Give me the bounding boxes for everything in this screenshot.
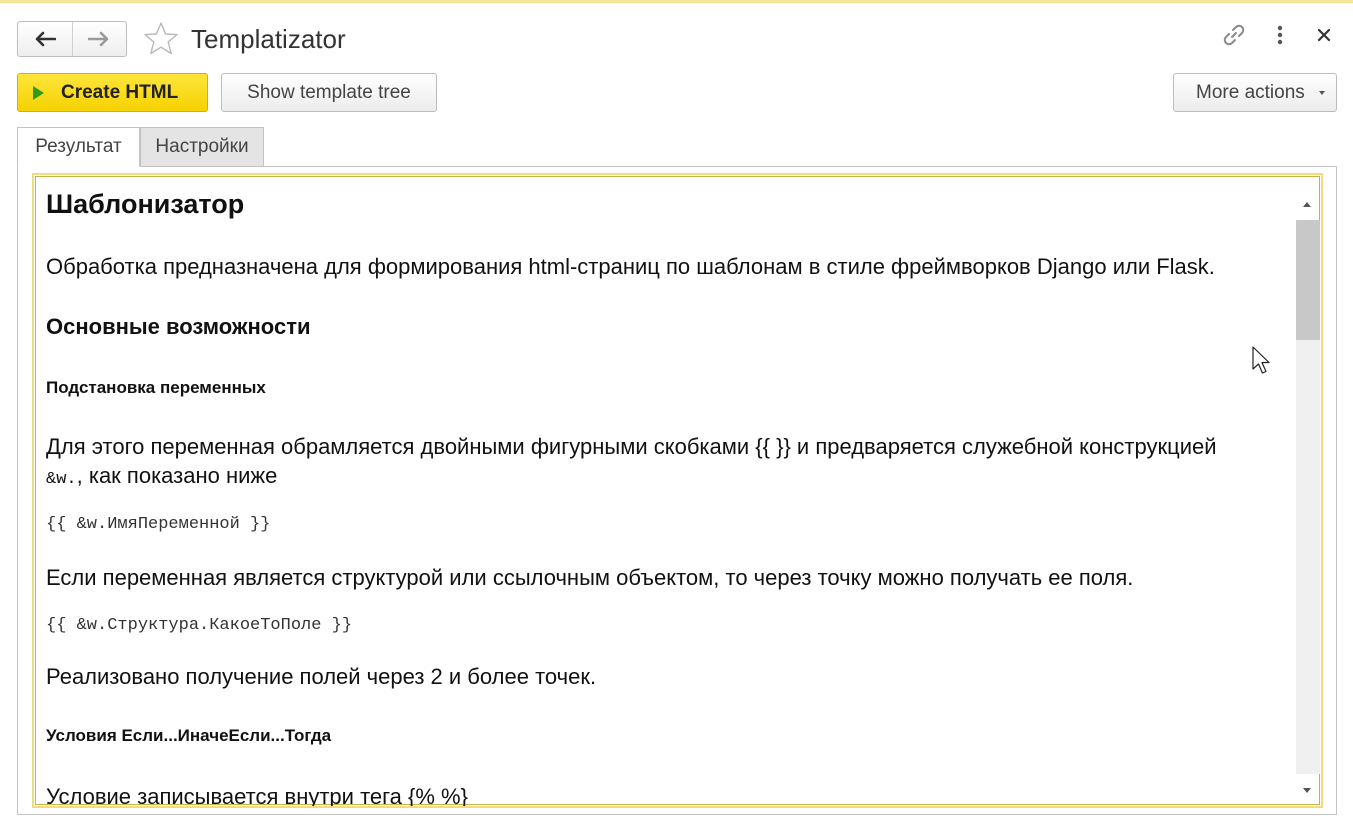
variables-paragraph: Для этого переменная обрамляется двойным… bbox=[46, 432, 1217, 494]
create-html-label: Create HTML bbox=[61, 81, 179, 103]
vertical-scrollbar[interactable] bbox=[1295, 190, 1321, 804]
structure-paragraph: Если переменная является структурой или … bbox=[46, 565, 1134, 590]
variables-heading: Подстановка переменных bbox=[46, 378, 266, 397]
conditions-heading: Условия Если...ИначеЕсли...Тогда bbox=[46, 726, 332, 745]
close-icon[interactable] bbox=[1309, 20, 1339, 50]
favorite-star-icon[interactable] bbox=[142, 20, 180, 58]
create-html-button[interactable]: Create HTML bbox=[17, 73, 208, 112]
forward-arrow-icon bbox=[88, 31, 109, 47]
link-icon[interactable] bbox=[1219, 20, 1249, 50]
window-title: Templatizator bbox=[191, 24, 346, 54]
scroll-thumb[interactable] bbox=[1296, 220, 1320, 340]
variables-inline-code: &w. bbox=[46, 470, 77, 489]
forward-button[interactable] bbox=[73, 22, 127, 56]
window-top-accent bbox=[0, 0, 1353, 3]
intro-paragraph: Обработка предназначена для формирования… bbox=[46, 254, 1215, 279]
tab-result-label: Результат bbox=[35, 136, 122, 157]
tab-settings[interactable]: Настройки bbox=[140, 127, 264, 167]
back-arrow-icon bbox=[35, 31, 56, 47]
show-template-tree-button[interactable]: Show template tree bbox=[221, 73, 437, 112]
tab-result[interactable]: Результат bbox=[17, 127, 140, 167]
code-example-structure: {{ &w.Структура.КакоеТоПоле }} bbox=[46, 616, 353, 635]
back-button[interactable] bbox=[18, 22, 73, 56]
chevron-down-icon bbox=[1318, 90, 1325, 95]
html-preview[interactable]: Шаблонизатор Обработка предназначена для… bbox=[32, 173, 1323, 808]
play-icon bbox=[33, 85, 44, 100]
code-example-variable: {{ &w.ИмяПеременной }} bbox=[46, 515, 271, 534]
features-heading: Основные возможности bbox=[46, 314, 311, 339]
scroll-up-icon[interactable] bbox=[1303, 202, 1311, 207]
variables-text-line2: , как показано ниже bbox=[76, 463, 278, 488]
more-vertical-icon[interactable] bbox=[1265, 20, 1295, 50]
variables-text-line1: Для этого переменная обрамляется двойным… bbox=[46, 434, 1217, 459]
more-actions-button[interactable]: More actions bbox=[1173, 73, 1337, 112]
document-title: Шаблонизатор bbox=[46, 189, 245, 219]
dots-paragraph: Реализовано получение полей через 2 и бо… bbox=[46, 664, 597, 689]
mouse-pointer-icon bbox=[1252, 346, 1270, 374]
navigation-group bbox=[17, 21, 127, 57]
tab-settings-label: Настройки bbox=[155, 136, 249, 157]
conditions-paragraph: Условие записывается внутри тега {% %} bbox=[46, 784, 468, 808]
more-actions-label: More actions bbox=[1196, 81, 1305, 103]
show-template-tree-label: Show template tree bbox=[247, 81, 411, 103]
scroll-down-icon[interactable] bbox=[1303, 788, 1311, 793]
